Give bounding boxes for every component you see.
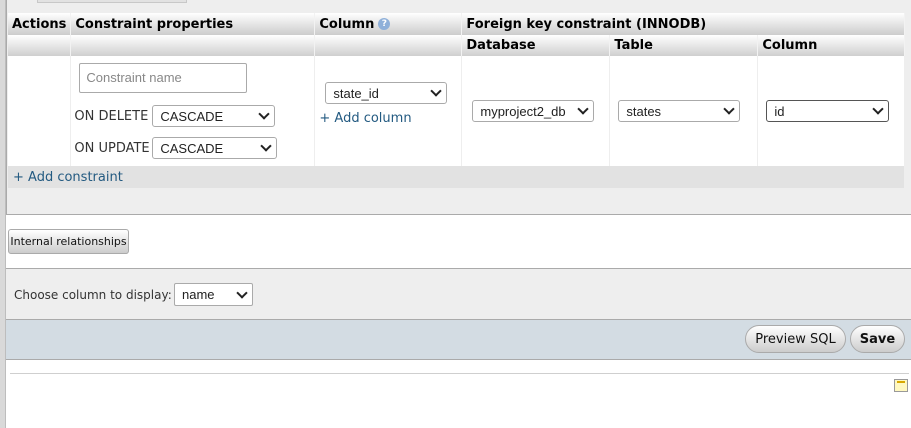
chevron-down-icon <box>430 85 443 97</box>
header-actions: Actions <box>8 13 72 35</box>
foreign-column-value: id <box>774 103 785 119</box>
foreign-database-cell: myproject2_db <box>461 56 611 166</box>
subheader-database: Database <box>461 35 611 56</box>
internal-relationships-button[interactable]: Internal relationships <box>8 229 129 254</box>
help-icon[interactable]: ? <box>378 18 391 30</box>
header-constraint-properties: Constraint properties <box>70 13 316 35</box>
chevron-down-icon <box>260 140 273 152</box>
display-column-fieldset: Choose column to display: name <box>6 268 911 319</box>
on-delete-select[interactable]: CASCADE <box>152 105 276 127</box>
constraint-name-input[interactable]: Constraint name <box>79 63 248 93</box>
note-icon[interactable] <box>894 379 908 392</box>
header-column-label: Column <box>319 16 375 32</box>
display-column-select[interactable]: name <box>174 283 253 306</box>
save-button[interactable]: Save <box>850 325 905 353</box>
on-delete-label: ON DELETE <box>74 108 149 124</box>
add-constraint-link[interactable]: + Add constraint <box>13 170 123 185</box>
foreign-table-value: states <box>626 103 662 119</box>
foreign-key-table: Actions Constraint properties Column? Fo… <box>8 13 905 188</box>
header-foreign-key: Foreign key constraint (INNODB) <box>461 13 905 35</box>
divider <box>10 373 909 374</box>
add-column-wrap: + Add column <box>319 111 455 126</box>
chevron-down-icon <box>236 286 248 299</box>
chevron-down-icon <box>723 103 736 115</box>
chevron-down-icon <box>258 108 271 120</box>
foreign-column-select[interactable]: id <box>766 100 890 122</box>
chevron-down-icon <box>872 103 885 115</box>
actions-cell <box>8 56 72 166</box>
subheader-column: Column <box>757 35 905 56</box>
subheader-table: Table <box>609 35 759 56</box>
subheader-empty-actions <box>8 35 72 56</box>
column-select[interactable]: state_id <box>325 82 448 104</box>
foreign-table-select[interactable]: states <box>618 100 741 122</box>
on-delete-value: CASCADE <box>160 108 224 124</box>
add-column-link[interactable]: + Add column <box>319 111 411 126</box>
subheader-empty-column <box>314 35 463 56</box>
foreign-database-value: myproject2_db <box>480 103 566 119</box>
foreign-database-select[interactable]: myproject2_db <box>472 100 595 122</box>
column-cell: state_id + Add column <box>314 56 463 166</box>
on-update-select[interactable]: CASCADE <box>152 137 278 159</box>
on-update-value: CASCADE <box>160 140 224 156</box>
preview-sql-button[interactable]: Preview SQL <box>745 325 846 353</box>
display-column-label: Choose column to display: <box>14 288 172 302</box>
column-select-value: state_id <box>333 85 379 101</box>
foreign-table-cell: states <box>609 56 759 166</box>
fieldset-legend-stub <box>37 0 187 3</box>
constraint-properties-cell: Constraint name ON DELETE CASCADE ON UPD… <box>70 56 316 166</box>
on-update-row: ON UPDATE CASCADE <box>74 137 308 159</box>
on-delete-row: ON DELETE CASCADE <box>74 105 308 127</box>
add-constraint-row: + Add constraint <box>8 166 905 188</box>
on-update-label: ON UPDATE <box>74 140 150 156</box>
foreign-column-cell: id <box>757 56 905 166</box>
subheader-empty-properties <box>70 35 316 56</box>
header-column: Column? <box>314 13 463 35</box>
chevron-down-icon <box>577 103 590 115</box>
display-column-value: name <box>182 287 215 302</box>
